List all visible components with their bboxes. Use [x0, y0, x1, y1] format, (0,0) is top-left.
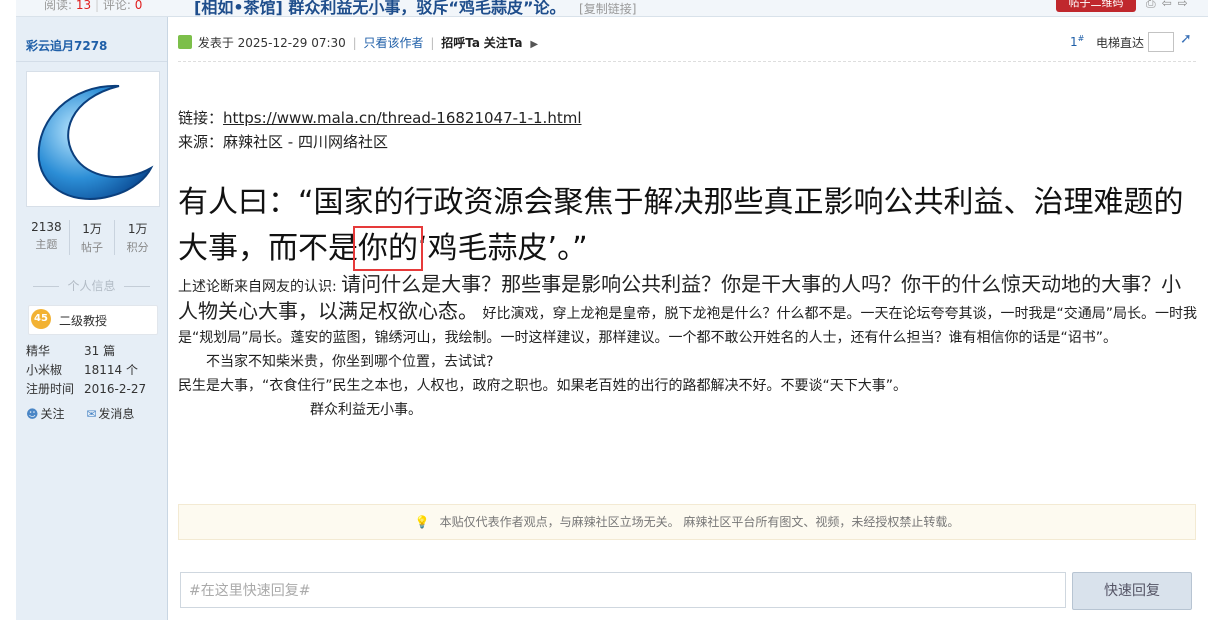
elevator-go-icon[interactable]: ➚	[1180, 31, 1192, 47]
info-row-pepper: 小米椒 18114 个	[26, 361, 138, 378]
thread-link[interactable]: https://www.mala.cn/thread-16821047-1-1.…	[223, 109, 581, 127]
lightbulb-icon: 💡	[414, 515, 430, 529]
info-value: 18114 个	[84, 363, 138, 377]
expand-arrow-icon[interactable]: ▶	[530, 39, 538, 50]
left-gutter	[0, 0, 16, 620]
only-author-link[interactable]: 只看该作者	[363, 36, 423, 50]
floor-value: 1	[1070, 35, 1078, 49]
paragraph-3: 民生是大事，“衣食住行”民生之本也，人权也，政府之职也。如果老百姓的出行的路都解…	[178, 378, 908, 394]
post-content: 链接：https://www.mala.cn/thread-16821047-1…	[178, 106, 1198, 422]
info-row-register: 注册时间 2016-2-27	[26, 380, 146, 397]
add-user-icon: ☻	[26, 407, 39, 421]
rank-label: 二级教授	[59, 314, 108, 328]
divider: |	[430, 36, 435, 50]
headline-quote: 有人曰：“国家的行政资源会聚焦于解决那些真正影响公共利益、治理难题的大事，而不是…	[178, 180, 1198, 272]
follow-label: 关注	[40, 407, 65, 421]
headline-part-2: ‘鸡毛蒜皮’。”	[418, 231, 588, 266]
elevator-input[interactable]	[1148, 32, 1174, 52]
quick-reply-input[interactable]: #在这里快速回复#	[180, 572, 1066, 608]
floor-mark: #	[1077, 34, 1085, 43]
stat-value: 1万	[127, 222, 148, 236]
stat-label: 积分	[126, 241, 149, 254]
follow-button[interactable]: ☻ 关注	[26, 407, 65, 421]
divider: |	[352, 36, 357, 50]
thread-title-bar: 阅读: 13 | 评论: 0 [相如•茶馆] 群众利益无小事，驳斥“鸡毛蒜皮”论…	[16, 0, 1208, 17]
stat-points[interactable]: 1万 积分	[115, 220, 160, 255]
post-header: 发表于 2025-12-29 07:30 | 只看该作者 | 招呼Ta 关注Ta…	[178, 34, 538, 51]
stat-label: 帖子	[81, 241, 103, 254]
paragraph-1: 上述论断来自网友的认识: 请问什么是大事？那些事是影响公共利益？你是干大事的人吗…	[178, 272, 1198, 350]
crescent-moon-icon	[37, 84, 154, 200]
info-value: 2016-2-27	[84, 382, 147, 396]
qr-code-button[interactable]: 帖子二维码	[1056, 0, 1136, 12]
prev-icon[interactable]: ⇦	[1162, 0, 1178, 10]
info-key: 注册时间	[26, 382, 75, 396]
disclaimer-text: 本贴仅代表作者观点，与麻辣社区立场无关。 麻辣社区平台所有图文、视频，未经授权禁…	[439, 515, 960, 529]
follow-ta-button[interactable]: 关注Ta	[484, 36, 523, 50]
print-icon[interactable]: ⎙	[1146, 0, 1162, 10]
thread-title-text[interactable]: [相如•茶馆] 群众利益无小事，驳斥“鸡毛蒜皮”论。	[194, 0, 565, 16]
paragraph-1-intro: 上述论断来自网友的认识:	[178, 279, 342, 295]
stat-threads[interactable]: 2138 主题	[24, 220, 70, 255]
divider	[16, 61, 167, 62]
thread-title[interactable]: [相如•茶馆] 群众利益无小事，驳斥“鸡毛蒜皮”论。 [复制链接]	[194, 0, 636, 16]
stat-posts[interactable]: 1万 帖子	[70, 220, 116, 255]
reads-count: 13	[75, 0, 92, 12]
copy-link-button[interactable]: [复制链接]	[579, 2, 636, 16]
disclaimer-notice: 💡 本贴仅代表作者观点，与麻辣社区立场无关。 麻辣社区平台所有图文、视频，未经授权…	[178, 504, 1196, 540]
header-divider	[178, 61, 1196, 62]
posted-time: 发表于 2025-12-29 07:30	[197, 36, 346, 50]
personal-info-heading: 个人信息	[16, 277, 167, 294]
author-sidebar: 彩云追月7278 2138 主题 1万 帖子 1万 积分 个人信息 45 二级教…	[16, 17, 168, 620]
author-actions: ☻ 关注 ✉ 发消息	[26, 405, 152, 422]
online-status-icon	[178, 35, 192, 49]
info-row-essence: 精华 31 篇	[26, 342, 115, 359]
next-icon[interactable]: ⇨	[1178, 0, 1194, 10]
link-label: 链接：	[178, 109, 224, 127]
comments-label: 评论:	[102, 0, 131, 12]
info-value: 31 篇	[84, 344, 116, 358]
paragraph-4: 群众利益无小事。	[310, 402, 422, 418]
link-line: 链接：https://www.mala.cn/thread-16821047-1…	[178, 106, 1198, 130]
stat-value: 2138	[31, 220, 62, 234]
floor-number[interactable]: 1#	[1070, 34, 1084, 49]
top-toolbar: ⎙⇦⇨	[1146, 0, 1194, 11]
send-message-button[interactable]: ✉ 发消息	[86, 407, 134, 421]
stat-label: 主题	[35, 238, 58, 251]
thread-stats: 阅读: 13 | 评论: 0	[44, 0, 143, 12]
reads-label: 阅读:	[44, 0, 73, 12]
quick-reply-button[interactable]: 快速回复	[1072, 572, 1192, 610]
info-key: 精华	[26, 344, 51, 358]
author-name[interactable]: 彩云追月7278	[26, 37, 107, 54]
avatar[interactable]	[26, 71, 160, 207]
message-label: 发消息	[98, 407, 135, 421]
headline-part-1: 有人曰：“国家的行政资源会聚焦于解决那些真正影响公共利益、治理难题的大事，而不是	[178, 185, 1184, 266]
info-key: 小米椒	[26, 363, 63, 377]
stat-value: 1万	[82, 222, 102, 236]
greet-button[interactable]: 招呼Ta	[441, 36, 480, 50]
paragraph-2: 不当家不知柴米贵，你坐到哪个位置，去试试?	[206, 354, 494, 370]
highlighted-text: 你的	[353, 226, 423, 271]
author-stats: 2138 主题 1万 帖子 1万 积分	[24, 220, 160, 255]
comments-count: 0	[134, 0, 143, 12]
rank-level-icon: 45	[31, 309, 51, 329]
envelope-icon: ✉	[86, 407, 97, 421]
source-line: 来源：麻辣社区 - 四川网络社区	[178, 133, 388, 151]
rank-badge-box: 45 二级教授	[28, 305, 158, 335]
elevator-label: 电梯直达	[1096, 36, 1145, 50]
